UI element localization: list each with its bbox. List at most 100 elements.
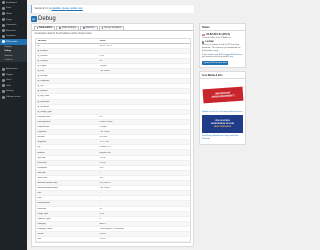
value-cell: DCH (99, 212, 105, 215)
value-cell: -07:00 (99, 161, 106, 164)
variable-cell: category_name (37, 227, 53, 230)
value-cell: 34.82.215.21 (99, 44, 113, 47)
tools-icon (1, 84, 5, 88)
variable-cell: ip_city (37, 70, 44, 73)
variable-cell: regionName (37, 126, 50, 129)
status-card-title: Status (200, 24, 245, 32)
plugins-icon (1, 73, 5, 77)
sidebar-item-label: Appearance (5, 68, 18, 71)
tab-label: Geolocation (39, 27, 53, 29)
tab-geolocation[interactable]: Geolocation (33, 25, 56, 30)
sidebar-item-collapse-menu[interactable]: Collapse menu (0, 94, 27, 100)
variable-cell: ip_version (37, 54, 48, 57)
update-data-button[interactable]: Update IP2Location data (202, 60, 229, 66)
notice-update-link[interactable]: available, please update now. (52, 7, 83, 10)
dashboard-icon (1, 1, 5, 5)
tab-data-settings[interactable]: Data Settings (56, 25, 79, 30)
sidebar-item-label: Posts (5, 7, 12, 10)
sidebar-item-label: Comments (5, 24, 17, 27)
value-cell: US (99, 115, 103, 118)
ip-note: Current Public User IP Address (202, 36, 231, 39)
variable-cell: weatherStationCode (37, 182, 58, 185)
value-cell: 1 (99, 171, 101, 174)
sidebar-item-label: Plugins (5, 73, 14, 76)
pages-icon (1, 18, 5, 22)
table-body: ip 34.82.215.21 ip_number ip_version IPv4 ip_… (35, 44, 190, 243)
tab-statistics[interactable]: Statistics (79, 25, 98, 30)
sidebar-item-label: Dashboard (5, 1, 17, 4)
submenu: Settings Debug Statistics Products (0, 44, 27, 63)
column-header-value: Value (99, 39, 106, 42)
variable-cell: ip_usage_type (37, 110, 52, 113)
variable-cell: longitude (37, 141, 47, 144)
value-cell: 541 (99, 176, 104, 179)
elementor-icon (1, 29, 5, 33)
variable-cell: ip_country (37, 59, 48, 62)
tab-server-variables[interactable]: Server Variables (98, 25, 124, 30)
variable-cell: timeZone (37, 161, 47, 164)
column-header-variable: Variable (37, 39, 47, 42)
settings-icon (1, 89, 5, 93)
ip2location-icon (1, 40, 5, 44)
variable-cell: isp (37, 146, 41, 149)
variable-cell: mobileBrand (37, 202, 50, 205)
value-cell: 45.5946 (99, 136, 108, 139)
tab-label: Data Settings (61, 27, 76, 29)
value-cell: United States (99, 120, 113, 123)
announcement-stamp: IMPORTANT ANNOUNCEMENT! (202, 87, 243, 104)
value-cell: IAB19 (99, 222, 106, 225)
sidebar-item-label: Collapse menu (5, 96, 21, 99)
page-header: ip Debug (31, 16, 56, 22)
tab-icon (36, 27, 39, 29)
variable-cell: ip_longitude (37, 80, 50, 83)
notice-text: Version 2.1.1 is (34, 7, 52, 10)
tab-label: Statistics (85, 27, 95, 29)
value-cell: -121.1787 (99, 141, 110, 144)
admin-sidebar: Dashboard Posts Media Pages Comments Elemento… (0, 0, 27, 250)
main-area: Version 2.1.1 is available, please updat… (27, 0, 250, 250)
variable-cell: countryName (37, 120, 51, 123)
value-cell: google.com (99, 151, 111, 154)
value-cell: - (99, 192, 101, 195)
variable-cell: latitude (37, 136, 45, 139)
variable-cell: ip_timezone (37, 100, 50, 103)
value-cell: USOR0335 (99, 182, 111, 185)
value-cell: Technology & Computing (99, 227, 124, 230)
debug-panel: Geolocation Data Settings Statistics Server… (31, 23, 194, 247)
update-notice: Version 2.1.1 is available, please updat… (31, 5, 194, 13)
announcement-link[interactable]: Update on the Use of Lookup Web Services (202, 111, 243, 114)
plugin-logo-icon: ip (31, 16, 37, 22)
variable-cell: ip (37, 44, 40, 47)
sidebar-item-label: Templates (5, 35, 16, 38)
geolocation-table: Variable Value ip 34.82.215.21 ip_number ip… (34, 37, 191, 244)
value-cell: 97058 (99, 156, 106, 159)
comments-icon (1, 23, 5, 27)
variable-cell: ip_latitude (37, 75, 48, 78)
announcement-image[interactable]: IMPORTANT ANNOUNCEMENT! (202, 81, 243, 110)
us-flag-icon (202, 33, 205, 37)
banner-caption-link[interactable]: Introducing WordPress Plugin with New Fe… (202, 135, 243, 141)
value-cell: US (99, 59, 103, 62)
templates-icon (1, 34, 5, 38)
variable-cell: domain (37, 151, 45, 154)
tab-icon (59, 27, 62, 29)
posts-icon (1, 6, 5, 10)
plugin-banner[interactable]: IP2LOCATION WORDPRESS PLUGIN NEW FEATURE… (202, 115, 243, 134)
intro-text: Geolocation data for the IP address will… (34, 33, 93, 35)
variable-cell: ip_zip_code (37, 95, 50, 98)
value-cell: The Dalles (99, 131, 110, 134)
variable-cell: asn (37, 238, 42, 241)
variable-cell: netSpeed (37, 166, 47, 169)
promo-card: Live Media & Info IMPORTANT ANNOUNCEMENT… (199, 71, 246, 145)
collapse-menu-icon (1, 95, 5, 99)
value-cell: The Dalles (99, 187, 110, 190)
page-title: Debug (38, 16, 56, 22)
sidebar-item-label: Settings (5, 90, 14, 93)
value-cell: Google LLC (99, 146, 112, 149)
variable-cell: mnc (37, 197, 42, 200)
appearance-icon (1, 67, 5, 71)
variable-cell: district (37, 233, 44, 236)
value-cell: 30 (99, 207, 102, 210)
promo-card-title: Live Media & Info (200, 72, 245, 80)
sidebar-item-label: Media (5, 12, 12, 15)
